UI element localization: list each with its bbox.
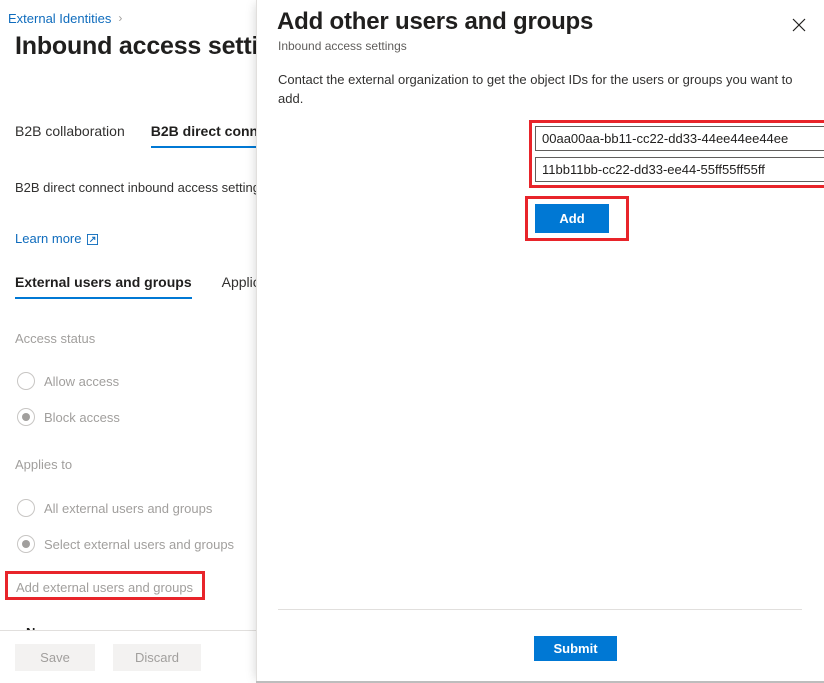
- object-id-row: group: [535, 157, 824, 182]
- sub-pivot-tabs: External users and groups Applications: [15, 274, 260, 299]
- submit-button[interactable]: Submit: [534, 636, 617, 661]
- radio-all-external-users[interactable]: All external users and groups: [17, 499, 212, 517]
- discard-button[interactable]: Discard: [113, 644, 201, 671]
- object-id-rows: user: [535, 126, 824, 188]
- tab-external-users-and-groups[interactable]: External users and groups: [15, 274, 192, 299]
- object-id-input[interactable]: [535, 126, 824, 151]
- radio-block-access[interactable]: Block access: [17, 408, 120, 426]
- access-status-label: Access status: [15, 331, 95, 346]
- radio-select-external-users-label: Select external users and groups: [44, 537, 234, 552]
- inbound-access-settings-blade: ‹ External Identities › Inbound access s…: [0, 0, 260, 683]
- page-title: Inbound access settings: [15, 32, 260, 61]
- radio-selected-circle-icon: [17, 408, 35, 426]
- object-id-input[interactable]: [535, 157, 824, 182]
- object-id-row: user: [535, 126, 824, 151]
- learn-more-label: Learn more: [15, 231, 81, 246]
- tab-b2b-direct-connect[interactable]: B2B direct connect: [151, 123, 260, 148]
- breadcrumb-link-external-identities[interactable]: External Identities: [8, 11, 111, 26]
- screen: ‹ External Identities › Inbound access s…: [0, 0, 824, 683]
- add-external-users-and-groups-link[interactable]: Add external users and groups: [16, 580, 193, 595]
- tab-applications[interactable]: Applications: [222, 274, 260, 299]
- add-other-users-and-groups-panel: Add other users and groups Inbound acces…: [256, 0, 824, 683]
- panel-description: Contact the external organization to get…: [278, 70, 800, 108]
- panel-footer-divider: [278, 609, 802, 610]
- blade-description: B2B direct connect inbound access settin…: [15, 178, 260, 197]
- breadcrumb: ‹ External Identities ›: [0, 8, 122, 28]
- panel-title: Add other users and groups: [277, 8, 593, 36]
- chevron-left-icon[interactable]: ‹: [0, 12, 6, 24]
- close-icon[interactable]: [784, 10, 814, 40]
- radio-selected-circle-icon: [17, 535, 35, 553]
- applies-to-label: Applies to: [15, 457, 72, 472]
- breadcrumb-separator: ›: [118, 11, 122, 25]
- add-button[interactable]: Add: [535, 204, 609, 233]
- panel-subtitle: Inbound access settings: [278, 39, 407, 53]
- radio-allow-access[interactable]: Allow access: [17, 372, 119, 390]
- radio-allow-access-label: Allow access: [44, 374, 119, 389]
- radio-select-external-users[interactable]: Select external users and groups: [17, 535, 234, 553]
- external-link-icon: [87, 233, 98, 244]
- blade-command-bar: Save Discard: [0, 630, 260, 683]
- tab-b2b-collaboration[interactable]: B2B collaboration: [15, 123, 125, 148]
- radio-block-access-label: Block access: [44, 410, 120, 425]
- pivot-tabs: B2B collaboration B2B direct connect: [15, 123, 260, 148]
- save-button[interactable]: Save: [15, 644, 95, 671]
- radio-circle-icon: [17, 372, 35, 390]
- learn-more-link[interactable]: Learn more: [15, 231, 98, 246]
- radio-all-external-users-label: All external users and groups: [44, 501, 212, 516]
- radio-circle-icon: [17, 499, 35, 517]
